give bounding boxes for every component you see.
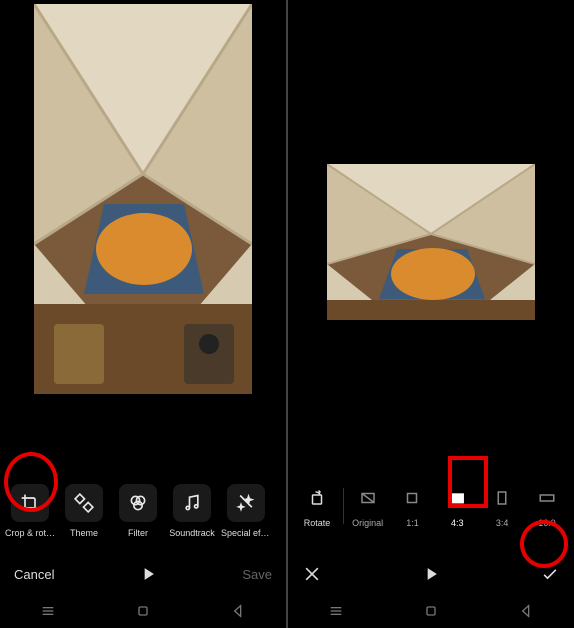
tool-label: Filter	[128, 528, 148, 538]
bottom-action-bar	[288, 550, 574, 598]
editor-tool-row: Crop & rot… Theme Filter Soundtrack Spec…	[0, 484, 286, 550]
aspect-4-3-button[interactable]: 4:3	[436, 484, 478, 528]
android-nav-bar	[288, 598, 574, 628]
soundtrack-button[interactable]: Soundtrack	[168, 484, 216, 538]
aspect-label: 3:4	[496, 518, 509, 528]
bottom-action-bar: Cancel Save	[0, 550, 286, 598]
crop-icon	[20, 493, 40, 513]
confirm-button[interactable]	[540, 564, 560, 584]
home-button[interactable]	[135, 603, 151, 624]
tool-label: Soundtrack	[169, 528, 215, 538]
close-icon	[302, 564, 322, 584]
aspect-1-1-button[interactable]: 1:1	[391, 484, 433, 528]
android-nav-bar	[0, 598, 286, 628]
home-button[interactable]	[423, 603, 439, 624]
rotate-icon	[308, 489, 326, 507]
aspect-label: 16:9	[538, 518, 556, 528]
aspect-ratio-row: Rotate Original 1:1 4:3 3:4 16:9	[288, 484, 574, 550]
editor-screen-aspect-ratio: Rotate Original 1:1 4:3 3:4 16:9	[288, 0, 574, 628]
aspect-3-4-icon	[493, 489, 511, 507]
preview-image-portrait	[34, 4, 252, 394]
rotate-button[interactable]: Rotate	[294, 484, 340, 528]
filter-icon	[128, 493, 148, 513]
recent-apps-button[interactable]	[328, 603, 344, 624]
aspect-label: 4:3	[451, 518, 464, 528]
tool-label: Special eff…	[221, 528, 271, 538]
check-icon	[540, 564, 560, 584]
preview-image-landscape	[327, 164, 535, 320]
aspect-original-button[interactable]: Original	[347, 484, 389, 528]
theme-button[interactable]: Theme	[60, 484, 108, 538]
separator	[343, 488, 344, 524]
rotate-label: Rotate	[304, 518, 331, 528]
play-button[interactable]	[138, 564, 158, 584]
play-icon	[421, 564, 441, 584]
back-button[interactable]	[518, 603, 534, 624]
recent-apps-button[interactable]	[40, 603, 56, 624]
aspect-3-4-button[interactable]: 3:4	[481, 484, 523, 528]
aspect-square-icon	[403, 489, 421, 507]
editor-screen-crop-tools: Crop & rot… Theme Filter Soundtrack Spec…	[0, 0, 286, 628]
music-icon	[182, 493, 202, 513]
close-button[interactable]	[302, 564, 322, 584]
image-preview[interactable]	[288, 0, 574, 484]
play-icon	[138, 564, 158, 584]
cancel-button[interactable]: Cancel	[14, 567, 54, 582]
filter-button[interactable]: Filter	[114, 484, 162, 538]
back-button[interactable]	[230, 603, 246, 624]
aspect-16-9-button[interactable]: 16:9	[526, 484, 568, 528]
aspect-16-9-icon	[538, 489, 556, 507]
tool-label: Crop & rot…	[5, 528, 55, 538]
tool-label: Theme	[70, 528, 98, 538]
special-effects-button[interactable]: Special eff…	[222, 484, 270, 538]
sparkle-icon	[236, 493, 256, 513]
theme-icon	[74, 493, 94, 513]
aspect-original-icon	[359, 489, 377, 507]
image-preview[interactable]	[0, 0, 286, 424]
aspect-label: Original	[352, 518, 383, 528]
crop-rotate-button[interactable]: Crop & rot…	[6, 484, 54, 538]
play-button[interactable]	[421, 564, 441, 584]
aspect-4-3-icon	[448, 489, 466, 507]
save-button[interactable]: Save	[242, 567, 272, 582]
aspect-label: 1:1	[406, 518, 419, 528]
